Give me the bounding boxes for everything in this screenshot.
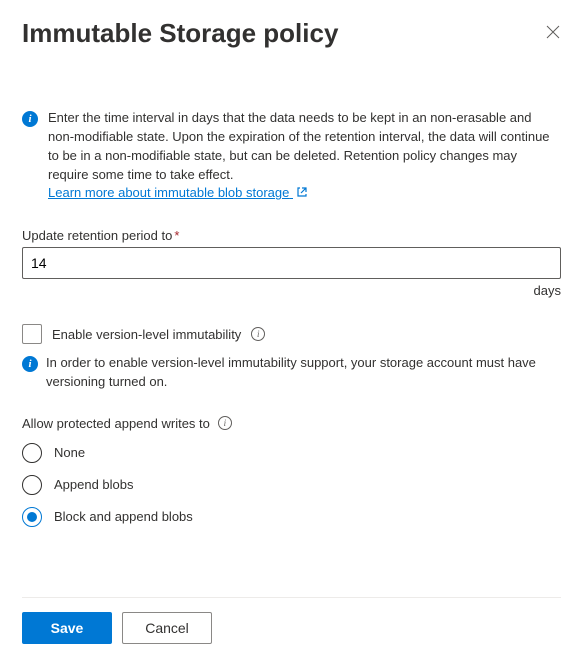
info-icon: i: [22, 111, 38, 127]
page-title: Immutable Storage policy: [22, 18, 338, 49]
save-button[interactable]: Save: [22, 612, 112, 644]
intro-text: Enter the time interval in days that the…: [48, 109, 561, 204]
radio-option-block-append[interactable]: Block and append blobs: [22, 507, 561, 527]
radio-label: None: [54, 445, 85, 460]
learn-more-link[interactable]: Learn more about immutable blob storage: [48, 185, 308, 200]
close-icon: [545, 24, 561, 40]
retention-label: Update retention period to*: [22, 228, 561, 243]
info-icon: i: [22, 356, 38, 372]
append-writes-label: Allow protected append writes to: [22, 416, 210, 431]
retention-input[interactable]: [22, 247, 561, 279]
info-icon[interactable]: i: [218, 416, 232, 430]
radio-option-none[interactable]: None: [22, 443, 561, 463]
radio-label: Block and append blobs: [54, 509, 193, 524]
version-level-label: Enable version-level immutability: [52, 327, 241, 342]
external-link-icon: [296, 185, 308, 204]
retention-unit: days: [22, 283, 561, 298]
radio-label: Append blobs: [54, 477, 134, 492]
radio-icon: [22, 507, 42, 527]
radio-option-append[interactable]: Append blobs: [22, 475, 561, 495]
info-icon[interactable]: i: [251, 327, 265, 341]
radio-icon: [22, 443, 42, 463]
append-writes-radio-group: None Append blobs Block and append blobs: [22, 443, 561, 527]
radio-icon: [22, 475, 42, 495]
version-level-checkbox[interactable]: [22, 324, 42, 344]
close-button[interactable]: [545, 24, 561, 40]
required-indicator: *: [174, 228, 179, 243]
version-level-note: In order to enable version-level immutab…: [46, 354, 561, 392]
cancel-button[interactable]: Cancel: [122, 612, 212, 644]
